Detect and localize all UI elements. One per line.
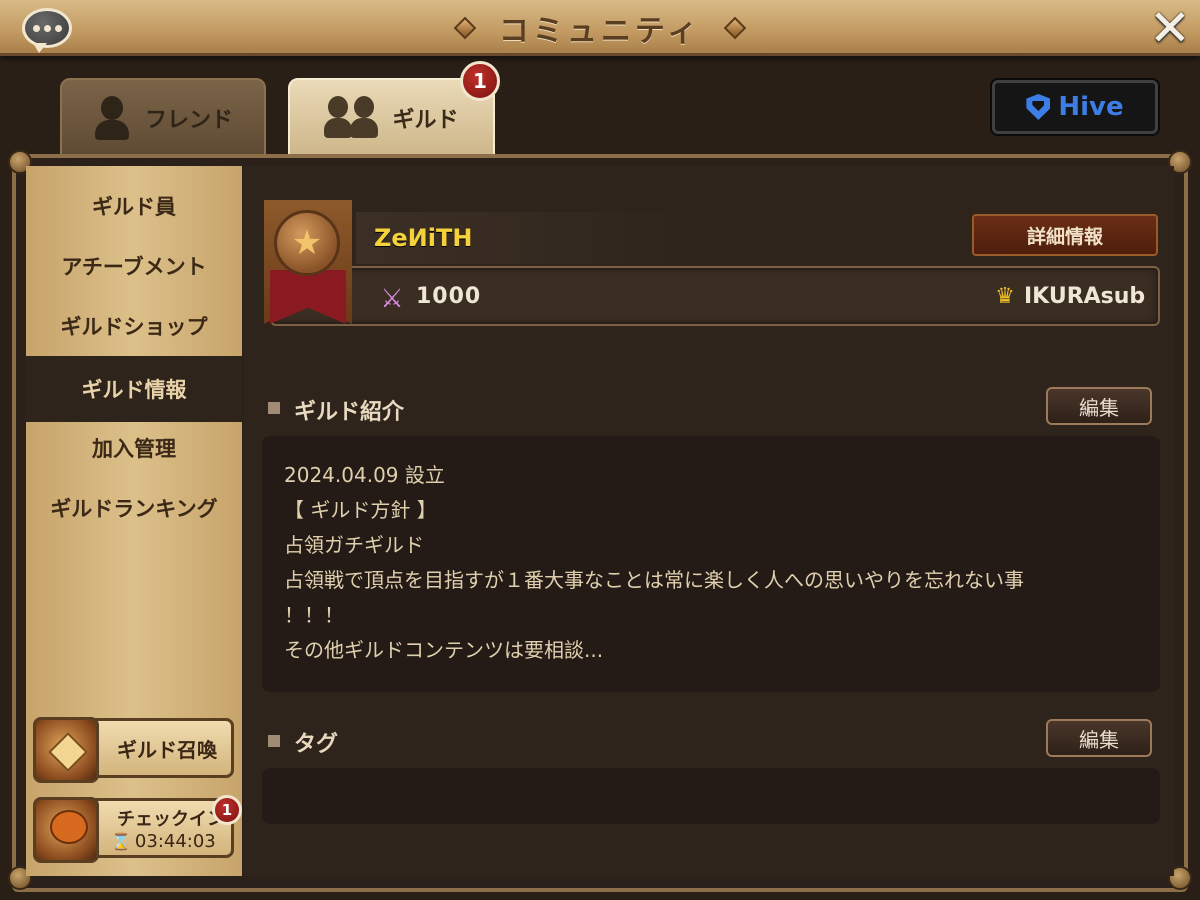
summon-icon (33, 717, 99, 783)
check-in-timer: ⌛ 03:44:03 (111, 831, 216, 852)
sidebar: ギルド員 アチーブメント ギルドショップ ギルド情報 加入管理 ギルドランキング… (26, 166, 242, 876)
intro-line: 占領戦で頂点を目指すが１番大事なことは常に楽しく人への思いやりを忘れない事 (284, 568, 1024, 592)
check-in-button[interactable]: チェックイン ⌛ 03:44:03 (33, 797, 234, 863)
sidebar-item-guild-info[interactable]: ギルド情報 (26, 356, 242, 422)
edit-intro-button[interactable]: 編集 (1046, 387, 1152, 425)
intro-line: 占領ガチギルド (284, 533, 424, 557)
intro-line: ！！！ (284, 603, 344, 627)
sidebar-item-membership[interactable]: 加入管理 (26, 418, 242, 478)
bullet-icon (268, 735, 280, 747)
star-icon: ★ (274, 210, 340, 276)
intro-line: 2024.04.09 設立 (284, 463, 445, 487)
crossed-swords-icon: ⚔ (380, 284, 404, 314)
check-in-badge: 1 (212, 795, 242, 825)
title-bar: コミュニティ ✕ (0, 0, 1200, 56)
guild-leader: IKURAsub (1024, 284, 1146, 309)
page-title: コミュニティ (498, 14, 702, 49)
intro-line: 【 ギルド方針 】 (284, 498, 437, 522)
check-in-icon (33, 797, 99, 863)
guild-name: ZeИiTH (374, 224, 473, 252)
bullet-icon (268, 402, 280, 414)
hourglass-icon: ⌛ (111, 832, 131, 851)
diamond-ornament-icon (723, 16, 747, 40)
intro-line: その他ギルドコンテンツは要相談... (284, 638, 604, 662)
sidebar-item-label: ギルドランキング (50, 497, 218, 521)
hive-shield-icon (1026, 94, 1051, 120)
close-icon[interactable]: ✕ (1148, 3, 1192, 53)
guild-summon-button[interactable]: ギルド召喚 (33, 717, 234, 783)
timer-value: 03:44:03 (134, 831, 216, 852)
tags-box (262, 768, 1160, 824)
title-wrap: コミュニティ (0, 0, 1200, 56)
sidebar-item-label: ギルド情報 (81, 378, 187, 402)
diamond-ornament-icon (453, 16, 477, 40)
sidebar-item-label: ギルドショップ (60, 315, 208, 339)
intro-section-title: ギルド紹介 (294, 400, 405, 425)
crown-icon: ♛ (995, 284, 1015, 309)
group-icon (324, 96, 379, 140)
hive-button[interactable]: Hive (992, 80, 1158, 134)
sidebar-item-achievements[interactable]: アチーブメント (26, 236, 242, 296)
tab-guild-label: ギルド (392, 108, 459, 133)
intro-text-box: 2024.04.09 設立 【 ギルド方針 】 占領ガチギルド 占領戦で頂点を目… (262, 436, 1160, 692)
notification-badge: 1 (460, 61, 500, 101)
sidebar-item-guild-shop[interactable]: ギルドショップ (26, 296, 242, 356)
sidebar-item-label: 加入管理 (92, 437, 176, 461)
tab-friends-label: フレンド (144, 108, 233, 133)
details-button[interactable]: 詳細情報 (972, 214, 1158, 256)
tab-friends[interactable]: フレンド (60, 78, 266, 158)
sidebar-item-label: アチーブメント (61, 255, 207, 279)
guild-summon-label: ギルド召喚 (117, 737, 217, 762)
edit-tags-button[interactable]: 編集 (1046, 719, 1152, 757)
sidebar-item-label: ギルド員 (92, 195, 176, 219)
sidebar-item-members[interactable]: ギルド員 (26, 176, 242, 236)
hive-label: Hive (1058, 92, 1124, 122)
guild-points: 1000 (416, 284, 482, 309)
sidebar-item-ranking[interactable]: ギルドランキング (26, 478, 242, 538)
person-icon (93, 96, 131, 140)
tags-section-title: タグ (294, 732, 339, 757)
